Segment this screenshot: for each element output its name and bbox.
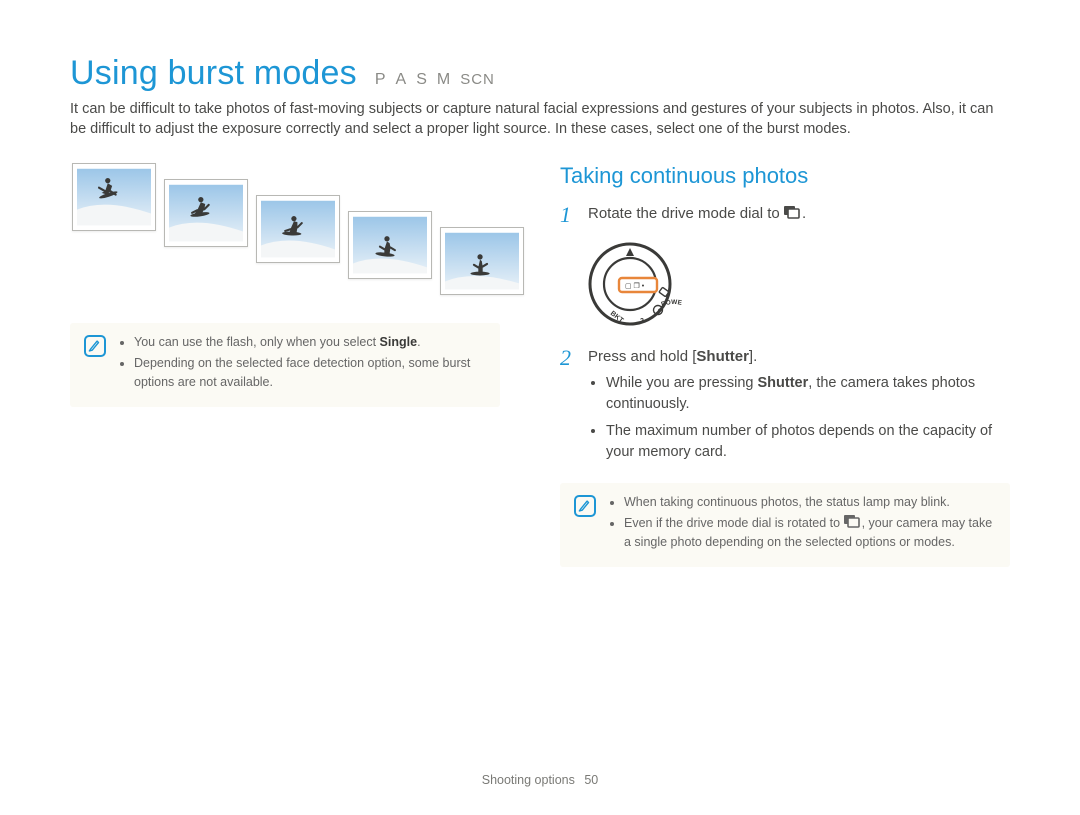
text: . [417, 335, 420, 349]
step-number: 1 [560, 203, 574, 226]
text: Press and hold [ [588, 348, 696, 365]
text: ]. [749, 348, 757, 365]
text: . [802, 205, 806, 222]
step-body: Rotate the drive mode dial to . [588, 203, 1010, 226]
list-item: You can use the flash, only when you sel… [134, 333, 486, 352]
list-item: When taking continuous photos, the statu… [624, 493, 996, 512]
text: The maximum number of photos depends on … [606, 423, 992, 460]
thumb-2 [164, 179, 248, 295]
footer-section: Shooting options [482, 773, 575, 787]
note-icon [84, 335, 106, 357]
manual-page: Using burst modes P A S M SCN It can be … [0, 0, 1080, 815]
footer-page-number: 50 [584, 773, 598, 787]
step-body: Press and hold [Shutter]. While you are … [588, 346, 1010, 469]
thumb-4 [348, 211, 432, 295]
mode-scn: SCN [460, 71, 495, 88]
title-row: Using burst modes P A S M SCN [70, 54, 1010, 93]
page-title: Using burst modes [70, 54, 357, 93]
text: While you are pressing [606, 375, 758, 391]
text: Even if the drive mode dial is rotated t… [624, 516, 844, 530]
intro-text: It can be difficult to take photos of fa… [70, 99, 1010, 139]
svg-text:▢ ❐ •: ▢ ❐ • [625, 282, 645, 290]
left-note-list: You can use the flash, only when you sel… [118, 333, 486, 393]
continuous-icon [844, 515, 862, 529]
mode-letters: P A S M SCN [375, 71, 495, 89]
right-note-box: When taking continuous photos, the statu… [560, 483, 1010, 567]
text: Depending on the selected face detection… [134, 356, 470, 389]
right-column: Taking continuous photos 1 Rotate the dr… [560, 163, 1010, 567]
list-item: Even if the drive mode dial is rotated t… [624, 514, 996, 552]
step-1: 1 Rotate the drive mode dial to . [560, 203, 1010, 226]
bold-text: Single [380, 335, 418, 349]
drive-mode-dial: ▢ ❐ • POWER BKT 2 [586, 236, 1010, 328]
continuous-icon [784, 205, 802, 219]
thumb-1 [72, 163, 156, 295]
note-icon [574, 495, 596, 517]
list-item: While you are pressing Shutter, the came… [606, 373, 1010, 415]
step-2: 2 Press and hold [Shutter]. While you ar… [560, 346, 1010, 469]
columns: You can use the flash, only when you sel… [70, 163, 1010, 567]
text: You can use the flash, only when you sel… [134, 335, 380, 349]
list-item: Depending on the selected face detection… [134, 354, 486, 392]
text: Rotate the drive mode dial to [588, 205, 784, 222]
page-footer: Shooting options 50 [0, 773, 1080, 787]
text: When taking continuous photos, the statu… [624, 495, 950, 509]
mode-s: S [416, 71, 429, 89]
mode-p: P [375, 71, 388, 89]
mode-m: M [437, 71, 452, 89]
left-column: You can use the flash, only when you sel… [70, 163, 500, 567]
step-number: 2 [560, 346, 574, 469]
thumb-5 [440, 227, 524, 295]
section-title: Taking continuous photos [560, 163, 1010, 189]
right-note-list: When taking continuous photos, the statu… [608, 493, 996, 553]
list-item: The maximum number of photos depends on … [606, 421, 1010, 463]
mode-a: A [396, 71, 409, 89]
thumb-3 [256, 195, 340, 295]
left-note-box: You can use the flash, only when you sel… [70, 323, 500, 407]
burst-thumbnails [70, 163, 500, 295]
bold-text: Shutter [758, 375, 809, 391]
svg-text:2: 2 [640, 318, 644, 325]
step-2-bullets: While you are pressing Shutter, the came… [588, 373, 1010, 463]
bold-text: Shutter [696, 348, 749, 365]
